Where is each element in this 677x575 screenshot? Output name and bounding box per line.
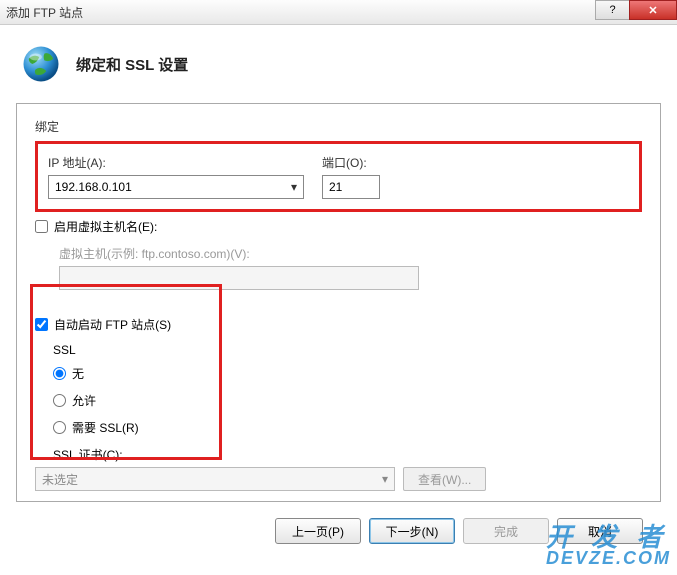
ssl-cert-label: SSL 证书(C): [53,446,642,463]
ssl-allow-label: 允许 [72,392,96,409]
binding-group-label: 绑定 [35,118,642,135]
cancel-button[interactable]: 取消 [557,518,643,544]
ssl-cert-value: 未选定 [42,471,78,488]
header: 绑定和 SSL 设置 [16,35,661,103]
virtual-host-input [59,266,419,290]
ssl-allow-row: 允许 [53,392,642,409]
ssl-allow-radio[interactable] [53,394,66,407]
titlebar-buttons: ? ✕ [596,0,677,22]
ip-address-input[interactable] [49,180,285,194]
footer-buttons: 上一页(P) 下一步(N) 完成 取消 [16,502,661,544]
ssl-require-radio[interactable] [53,421,66,434]
ssl-group: SSL 无 允许 需要 SSL(R) SSL 证书(C): [53,343,642,463]
enable-virtual-host-checkbox[interactable] [35,220,48,233]
port-input[interactable] [322,175,380,199]
chevron-down-icon[interactable]: ▾ [285,180,303,194]
dialog-body: 绑定和 SSL 设置 绑定 IP 地址(A): ▾ 端口(O): [0,25,677,544]
titlebar: 添加 FTP 站点 ? ✕ [0,0,677,25]
prev-button[interactable]: 上一页(P) [275,518,361,544]
port-field: 端口(O): [322,154,380,199]
cert-row: 未选定 ▾ 查看(W)... [35,467,642,491]
chevron-down-icon: ▾ [382,472,388,486]
help-button[interactable]: ? [595,0,630,20]
content-frame: 绑定 IP 地址(A): ▾ 端口(O): 启用虚拟主机名(E): [16,103,661,502]
ssl-cert-select: 未选定 ▾ [35,467,395,491]
port-label: 端口(O): [322,154,380,171]
window-title: 添加 FTP 站点 [6,4,83,21]
ssl-group-label: SSL [53,343,642,357]
autostart-label: 自动启动 FTP 站点(S) [54,316,171,333]
ip-field: IP 地址(A): ▾ [48,154,304,199]
page-title: 绑定和 SSL 设置 [76,54,188,75]
view-cert-button: 查看(W)... [403,467,486,491]
virtual-host-checkbox-row: 启用虚拟主机名(E): [35,218,642,235]
ssl-none-radio[interactable] [53,367,66,380]
finish-button: 完成 [463,518,549,544]
ssl-require-row: 需要 SSL(R) [53,419,642,436]
binding-highlight-box: IP 地址(A): ▾ 端口(O): [35,141,642,212]
autostart-checkbox[interactable] [35,318,48,331]
enable-virtual-host-label: 启用虚拟主机名(E): [54,218,157,235]
ip-label: IP 地址(A): [48,154,304,171]
close-button[interactable]: ✕ [629,0,677,20]
binding-row: IP 地址(A): ▾ 端口(O): [48,154,629,199]
ssl-require-label: 需要 SSL(R) [72,419,139,436]
globe-icon [20,43,62,85]
next-button[interactable]: 下一步(N) [369,518,455,544]
virtual-host-hint: 虚拟主机(示例: ftp.contoso.com)(V): [59,245,642,262]
ssl-none-row: 无 [53,365,642,382]
ssl-none-label: 无 [72,365,84,382]
ip-address-combo[interactable]: ▾ [48,175,304,199]
autostart-row: 自动启动 FTP 站点(S) [35,316,642,333]
virtual-host-block: 虚拟主机(示例: ftp.contoso.com)(V): [59,245,642,290]
